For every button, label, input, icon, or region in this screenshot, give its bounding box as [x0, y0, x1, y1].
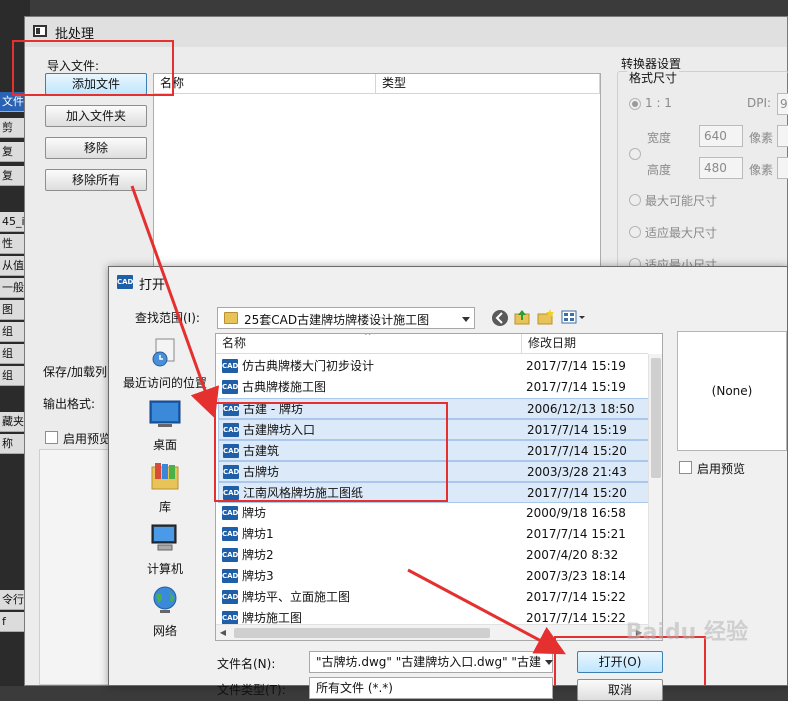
annotation-arrows [130, 185, 566, 655]
arrow-to-files [130, 185, 220, 419]
watermark: Baidu 经验 [625, 620, 748, 645]
arrow-to-open [407, 568, 566, 655]
